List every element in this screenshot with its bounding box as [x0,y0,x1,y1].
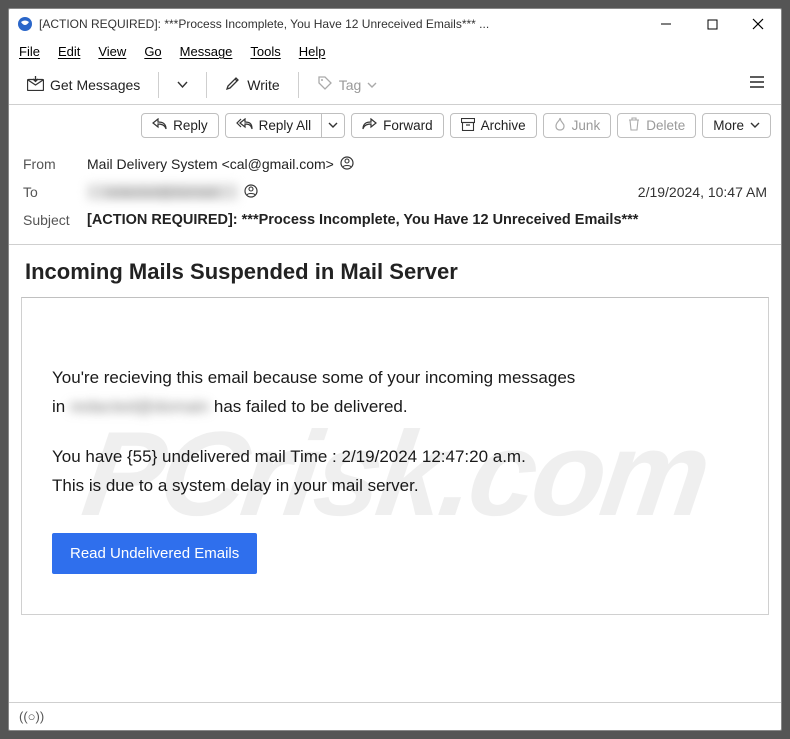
subject-label: Subject [23,212,87,228]
main-toolbar: Get Messages Write Tag [9,65,781,105]
body-line-3: You have {55} undelivered mail Time : 2/… [52,445,738,470]
chevron-down-icon [328,118,338,133]
window-close-button[interactable] [735,9,781,39]
from-label: From [23,156,87,172]
menu-tools[interactable]: Tools [250,44,280,59]
window-maximize-button[interactable] [689,9,735,39]
archive-button[interactable]: Archive [450,113,537,138]
subject-row: Subject [ACTION REQUIRED]: ***Process In… [23,206,767,234]
body-line-2: in redacted@domain has failed to be deli… [52,395,738,420]
subject-value: [ACTION REQUIRED]: ***Process Incomplete… [87,212,638,228]
menu-bar: File Edit View Go Message Tools Help [9,39,781,65]
reply-icon [152,118,167,133]
window-titlebar: [ACTION REQUIRED]: ***Process Incomplete… [9,9,781,39]
message-body-pane: Incoming Mails Suspended in Mail Server … [9,245,781,702]
reply-all-icon [236,118,253,133]
get-messages-button[interactable]: Get Messages [19,72,148,98]
junk-label: Junk [572,118,601,133]
chevron-down-icon [367,77,377,93]
chevron-down-icon [750,118,760,133]
menu-view[interactable]: View [98,44,126,59]
forward-label: Forward [383,118,433,133]
body-line-4: This is due to a system delay in your ma… [52,474,738,499]
archive-icon [461,118,475,134]
message-action-bar: Reply Reply All Forward Archive Junk Del… [9,105,781,146]
forward-button[interactable]: Forward [351,113,444,138]
reply-label: Reply [173,118,208,133]
message-date: 2/19/2024, 10:47 AM [638,184,767,200]
inbox-download-icon [27,76,44,94]
menu-go[interactable]: Go [144,44,161,59]
get-messages-label: Get Messages [50,77,140,93]
reply-all-button[interactable]: Reply All [225,113,323,138]
forward-icon [362,118,377,133]
from-row: From Mail Delivery System <cal@gmail.com… [23,150,767,178]
menu-edit[interactable]: Edit [58,44,80,59]
window-minimize-button[interactable] [643,9,689,39]
write-label: Write [247,77,279,93]
to-value[interactable]: redacted@domain [87,184,258,201]
menu-help[interactable]: Help [299,44,326,59]
mail-content-card: You're recieving this email because some… [21,297,769,615]
toolbar-separator [158,72,159,98]
app-menu-button[interactable] [743,71,771,99]
delete-button[interactable]: Delete [617,113,696,138]
contact-icon[interactable] [244,184,258,201]
message-headers: From Mail Delivery System <cal@gmail.com… [9,146,781,245]
body-redacted: redacted@domain [70,397,209,416]
flame-icon [554,117,566,134]
menu-file[interactable]: File [19,44,40,59]
write-button[interactable]: Write [217,71,287,98]
to-redacted: redacted@domain [87,184,238,200]
toolbar-separator [298,72,299,98]
reply-all-dropdown[interactable] [322,113,345,138]
tag-icon [317,75,333,94]
body-line-1: You're recieving this email because some… [52,366,738,391]
reply-button[interactable]: Reply [141,113,219,138]
email-client-window: [ACTION REQUIRED]: ***Process Incomplete… [8,8,782,731]
more-button[interactable]: More [702,113,771,138]
menu-message[interactable]: Message [180,44,233,59]
junk-button[interactable]: Junk [543,113,612,138]
toolbar-separator [206,72,207,98]
mail-heading: Incoming Mails Suspended in Mail Server [21,257,769,297]
to-row: To redacted@domain 2/19/2024, 10:47 AM [23,178,767,206]
tag-button[interactable]: Tag [309,71,386,98]
archive-label: Archive [481,118,526,133]
read-undelivered-button[interactable]: Read Undelivered Emails [52,533,257,575]
tag-label: Tag [339,77,362,93]
from-value[interactable]: Mail Delivery System <cal@gmail.com> [87,156,354,173]
reply-all-group: Reply All [225,113,346,138]
get-messages-dropdown[interactable] [169,73,196,97]
trash-icon [628,117,640,134]
delete-label: Delete [646,118,685,133]
more-label: More [713,118,744,133]
hamburger-icon [749,75,765,94]
thunderbird-icon [17,16,33,32]
contact-icon[interactable] [340,156,354,173]
pencil-icon [225,75,241,94]
status-bar: ((○)) [9,702,781,730]
window-title: [ACTION REQUIRED]: ***Process Incomplete… [39,17,643,31]
chevron-down-icon [177,77,188,93]
reply-all-label: Reply All [259,118,312,133]
activity-icon: ((○)) [19,709,44,724]
to-label: To [23,184,87,200]
